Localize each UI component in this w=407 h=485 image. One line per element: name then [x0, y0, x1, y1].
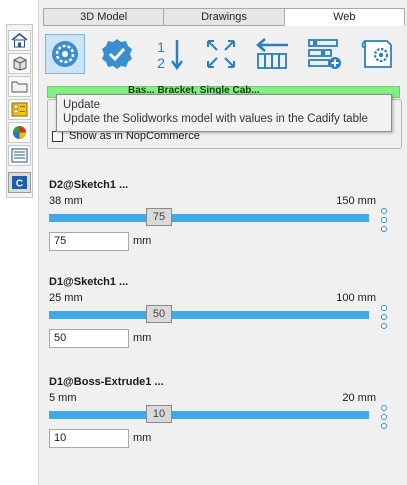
update-check-icon: [102, 39, 132, 69]
dimension-value-input[interactable]: 50: [49, 329, 129, 348]
dimension-max: 20 mm: [342, 392, 376, 404]
add-config-icon: [308, 39, 341, 69]
sort-order-button[interactable]: 1 2: [149, 34, 189, 74]
dimension-name: D1@Boss-Extrude1 ...: [49, 376, 164, 388]
tab-web[interactable]: Web: [283, 8, 405, 26]
dimension-options-icon[interactable]: [381, 208, 389, 238]
dimension-unit: mm: [133, 432, 152, 444]
tab-drawings[interactable]: Drawings: [163, 8, 285, 26]
dimension-max: 150 mm: [336, 195, 376, 207]
dimension-options-icon[interactable]: [381, 305, 389, 335]
dimension-name: D2@Sketch1 ...: [49, 179, 129, 191]
tooltip-title: Update: [63, 99, 101, 111]
update-button[interactable]: [97, 34, 137, 74]
sheet-settings-button[interactable]: [357, 34, 397, 74]
dimension-slider-thumb[interactable]: 50: [146, 305, 173, 323]
model-settings-icon: [52, 41, 78, 67]
dimension-max: 100 mm: [336, 292, 376, 304]
show-nopcommerce-checkbox[interactable]: [52, 130, 63, 142]
toolbar: 1 2: [43, 32, 404, 78]
home-icon[interactable]: [8, 30, 31, 51]
dimension-min: 38 mm: [49, 195, 83, 207]
tab-3d-model[interactable]: 3D Model: [43, 8, 165, 26]
folder-icon[interactable]: [8, 76, 31, 97]
dimension-unit: mm: [133, 235, 152, 247]
tooltip-text: Update the Solidworks model with values …: [63, 113, 368, 125]
model-settings-button[interactable]: [45, 34, 85, 74]
columns-button[interactable]: [253, 34, 293, 74]
dimension-min: 5 mm: [49, 392, 77, 404]
appearance-icon[interactable]: [8, 122, 31, 143]
fit-button[interactable]: [201, 34, 241, 74]
dimension-slider-thumb[interactable]: 75: [146, 208, 173, 226]
cadify-icon[interactable]: C: [8, 172, 31, 193]
dimension-name: D1@Sketch1 ...: [49, 276, 129, 288]
properties-icon[interactable]: [8, 99, 31, 120]
svg-text:2: 2: [157, 55, 165, 71]
dimension-row: D1@Sketch1 ... 25 mm 100 mm 50 50 mm: [47, 276, 402, 366]
sort-order-icon: 1 2: [157, 39, 184, 71]
tab-bar: 3D Model Drawings Web: [43, 8, 405, 26]
dimension-slider-track[interactable]: [49, 411, 369, 419]
svg-text:1: 1: [157, 39, 165, 55]
left-icon-bar: C: [0, 0, 36, 485]
dimension-slider-thumb[interactable]: 10: [146, 405, 173, 423]
dimension-min: 25 mm: [49, 292, 83, 304]
columns-icon: [256, 38, 288, 69]
fit-icon: [207, 40, 235, 68]
dimension-value-input[interactable]: 75: [49, 232, 129, 251]
update-tooltip: Update Update the Solidworks model with …: [56, 94, 392, 132]
dimension-slider-track[interactable]: [49, 311, 369, 319]
svg-text:C: C: [16, 179, 23, 190]
parts-icon[interactable]: [8, 53, 31, 74]
cadify-panel: 3D Model Drawings Web 1 2 Bas... Bracket…: [38, 0, 407, 485]
sheet-settings-icon: [361, 40, 392, 68]
dimension-unit: mm: [133, 332, 152, 344]
add-config-button[interactable]: [305, 34, 345, 74]
list-icon[interactable]: [8, 145, 31, 166]
dimension-row: D2@Sketch1 ... 38 mm 150 mm 75 75 mm: [47, 179, 402, 269]
dimension-slider-track[interactable]: [49, 214, 369, 222]
dimension-row: D1@Boss-Extrude1 ... 5 mm 20 mm 10 10 mm: [47, 376, 402, 466]
dimension-options-icon[interactable]: [381, 405, 389, 435]
dimension-value-input[interactable]: 10: [49, 429, 129, 448]
